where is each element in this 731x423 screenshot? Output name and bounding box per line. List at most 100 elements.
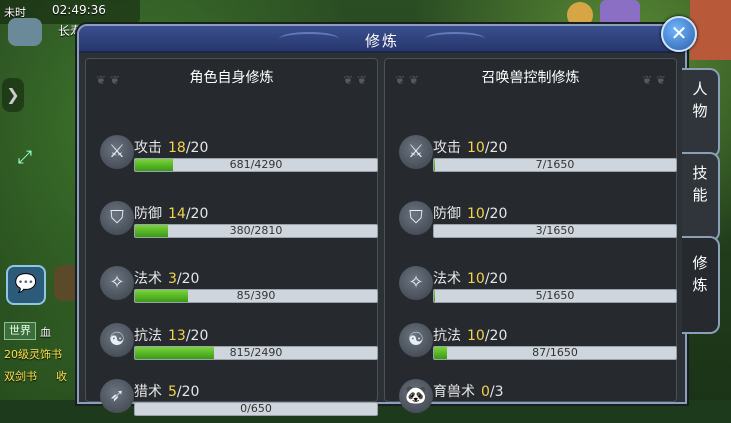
skill-name: 攻击 10/20 [433,137,507,157]
clock-label: 02:49:36 [52,3,106,17]
bow-icon: ➶ [100,379,134,413]
progress-text: 3/1650 [434,224,676,237]
progress-text: 380/2810 [135,224,377,237]
shield-icon: ⛉ [399,201,433,235]
magic-icon: ✧ [399,266,433,300]
skill-max-level: /20 [177,384,200,400]
progress-text: 0/650 [135,402,377,415]
skill-max-level: /20 [485,271,508,287]
skill-label: 攻击 [134,140,162,156]
progress-text: 815/2490 [135,346,377,359]
skill-row[interactable]: ☯抗法10/2087/1650 [399,321,669,367]
sword-icon: ⚔ [399,135,433,169]
progress-text: 87/1650 [434,346,676,359]
skill-row[interactable]: ⚔攻击18/20681/4290 [100,133,370,179]
skill-level: 5 [168,384,177,400]
skill-row[interactable]: ⚔攻击10/207/1650 [399,133,669,179]
cultivation-window: 修炼 ✕ ❦ ❦ ❦ ❦ 角色自身修炼 ⚔攻击18/20681/4290⛉防御1… [77,24,687,404]
skill-row[interactable]: ✧法术10/205/1650 [399,264,669,310]
panda-icon: 🐼 [399,379,433,413]
skill-label: 攻击 [433,140,461,156]
skill-max-level: /20 [485,328,508,344]
skill-level: 0 [481,384,490,400]
shield-icon: ⛉ [100,201,134,235]
progress-bar: 7/1650 [433,158,677,172]
skill-max-level: /3 [490,384,504,400]
chat-bubble-icon[interactable]: 💬 [6,265,46,305]
skill-name: 法术3/20 [134,268,199,288]
skill-label: 抗法 [433,328,461,344]
skill-row[interactable]: ✧法术3/2085/390 [100,264,370,310]
expand-arrow-icon[interactable]: ❯ [2,78,24,112]
skill-level: 14 [168,206,186,222]
close-button[interactable]: ✕ [661,16,697,52]
tab-character[interactable]: 人 物 [682,68,720,158]
chat-line: 收 [56,368,67,384]
skill-level: 10 [467,206,485,222]
progress-bar: 5/1650 [433,289,677,303]
skill-name: 防御 14/20 [134,203,208,223]
fullscreen-icon[interactable]: ⤢ [12,145,38,171]
title-bar: 修炼 [79,26,685,53]
progress-bar: 85/390 [134,289,378,303]
skill-max-level: /20 [186,328,209,344]
skill-row[interactable]: ⛉防御14/20380/2810 [100,199,370,245]
chat-line: 血 [40,324,51,340]
tab-cultivation[interactable]: 修 炼 [682,236,720,334]
chat-line: 20级灵饰书 [4,346,62,362]
skill-row[interactable]: ➶猎术5/200/650 [100,377,370,423]
progress-bar: 380/2810 [134,224,378,238]
world-channel-badge[interactable]: 世界 [4,322,36,340]
skill-max-level: /20 [485,140,508,156]
skill-label: 防御 [433,206,461,222]
tab-skills[interactable]: 技 能 [682,152,720,242]
skill-name: 猎术 5/20 [134,381,199,401]
skill-name: 抗法 10/20 [433,325,507,345]
chat-line: 双剑书 [4,368,37,384]
skill-name: 抗法 13/20 [134,325,208,345]
tab-label: 技 能 [692,164,707,204]
progress-bar: 87/1650 [433,346,677,360]
bag-icon[interactable] [54,265,78,301]
skill-label: 育兽术 [433,384,475,400]
skill-row[interactable]: ⛉防御10/203/1650 [399,199,669,245]
skill-label: 抗法 [134,328,162,344]
yin-yang-icon: ☯ [100,323,134,357]
window-title: 修炼 [79,30,685,51]
skill-name: 育兽术 0/3 [433,381,504,401]
skill-name: 法术 10/20 [433,268,507,288]
skill-name: 防御 10/20 [433,203,507,223]
yin-yang-icon: ☯ [399,323,433,357]
skill-label: 猎术 [134,384,162,400]
skill-level: 10 [467,271,485,287]
tab-label: 人 物 [692,80,707,120]
panel-title: 角色自身修炼 [86,67,377,87]
self-cultivation-panel: ❦ ❦ ❦ ❦ 角色自身修炼 ⚔攻击18/20681/4290⛉防御14/203… [85,58,378,402]
tab-label: 修 炼 [692,254,707,294]
skill-label: 防御 [134,206,162,222]
progress-text: 7/1650 [434,158,676,171]
skill-max-level: /20 [485,206,508,222]
progress-bar: 3/1650 [433,224,677,238]
skill-label: 法术 [433,271,461,287]
pet-cultivation-panel: ❦ ❦ ❦ ❦ 召唤兽控制修炼 ⚔攻击10/207/1650⛉防御10/203/… [384,58,677,402]
skill-level: 3 [168,271,177,287]
skill-max-level: /20 [186,206,209,222]
skill-row[interactable]: 🐼育兽术 0/3 [399,377,669,423]
progress-text: 85/390 [135,289,377,302]
minimap-icon[interactable] [8,18,42,46]
skill-level: 10 [467,328,485,344]
progress-bar: 681/4290 [134,158,378,172]
skill-level: 10 [467,140,485,156]
sword-icon: ⚔ [100,135,134,169]
magic-icon: ✧ [100,266,134,300]
skill-name: 攻击18/20 [134,137,208,157]
progress-bar: 0/650 [134,402,378,416]
progress-text: 5/1650 [434,289,676,302]
skill-row[interactable]: ☯抗法13/20815/2490 [100,321,370,367]
progress-bar: 815/2490 [134,346,378,360]
panel-title: 召唤兽控制修炼 [385,67,676,87]
skill-label: 法术 [134,271,162,287]
skill-max-level: /20 [186,140,209,156]
skill-level: 13 [168,328,186,344]
